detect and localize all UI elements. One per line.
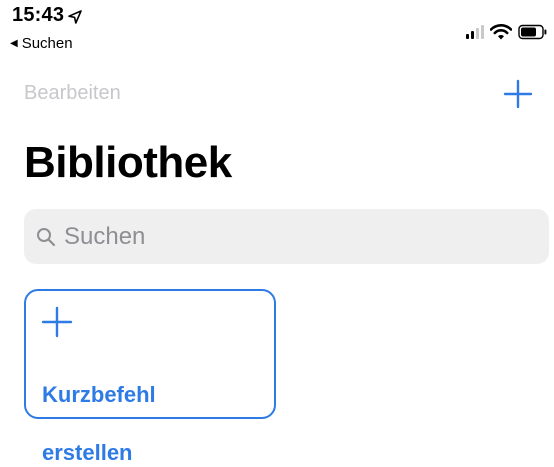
page-title: Bibliothek	[24, 138, 232, 187]
navigation-bar: Bearbeiten	[0, 74, 554, 118]
status-bar: 15:43 ◀ Suchen	[0, 0, 554, 56]
location-arrow-icon	[68, 9, 82, 24]
status-icons	[466, 24, 548, 40]
create-shortcut-label-line2: erstellen	[42, 440, 133, 465]
battery-icon	[518, 24, 547, 40]
edit-button[interactable]: Bearbeiten	[24, 82, 121, 105]
back-to-app-link[interactable]: ◀ Suchen	[10, 35, 73, 52]
create-shortcut-label-line1: Kurzbefehl	[42, 382, 156, 407]
create-shortcut-button[interactable]: Kurzbefehl erstellen	[24, 289, 276, 465]
plus-icon[interactable]	[500, 76, 536, 112]
status-time: 15:43	[12, 4, 65, 26]
search-placeholder: Suchen	[64, 222, 146, 250]
plus-icon	[41, 306, 73, 338]
search-icon	[37, 227, 56, 246]
wifi-icon	[490, 24, 512, 40]
create-shortcut-label: Kurzbefehl erstellen	[42, 351, 156, 467]
time-group: 15:43	[12, 4, 82, 27]
signal-icon	[466, 25, 484, 39]
back-triangle-icon: ◀	[10, 37, 18, 49]
search-input[interactable]: Suchen	[24, 209, 549, 264]
back-label: Suchen	[21, 35, 73, 52]
